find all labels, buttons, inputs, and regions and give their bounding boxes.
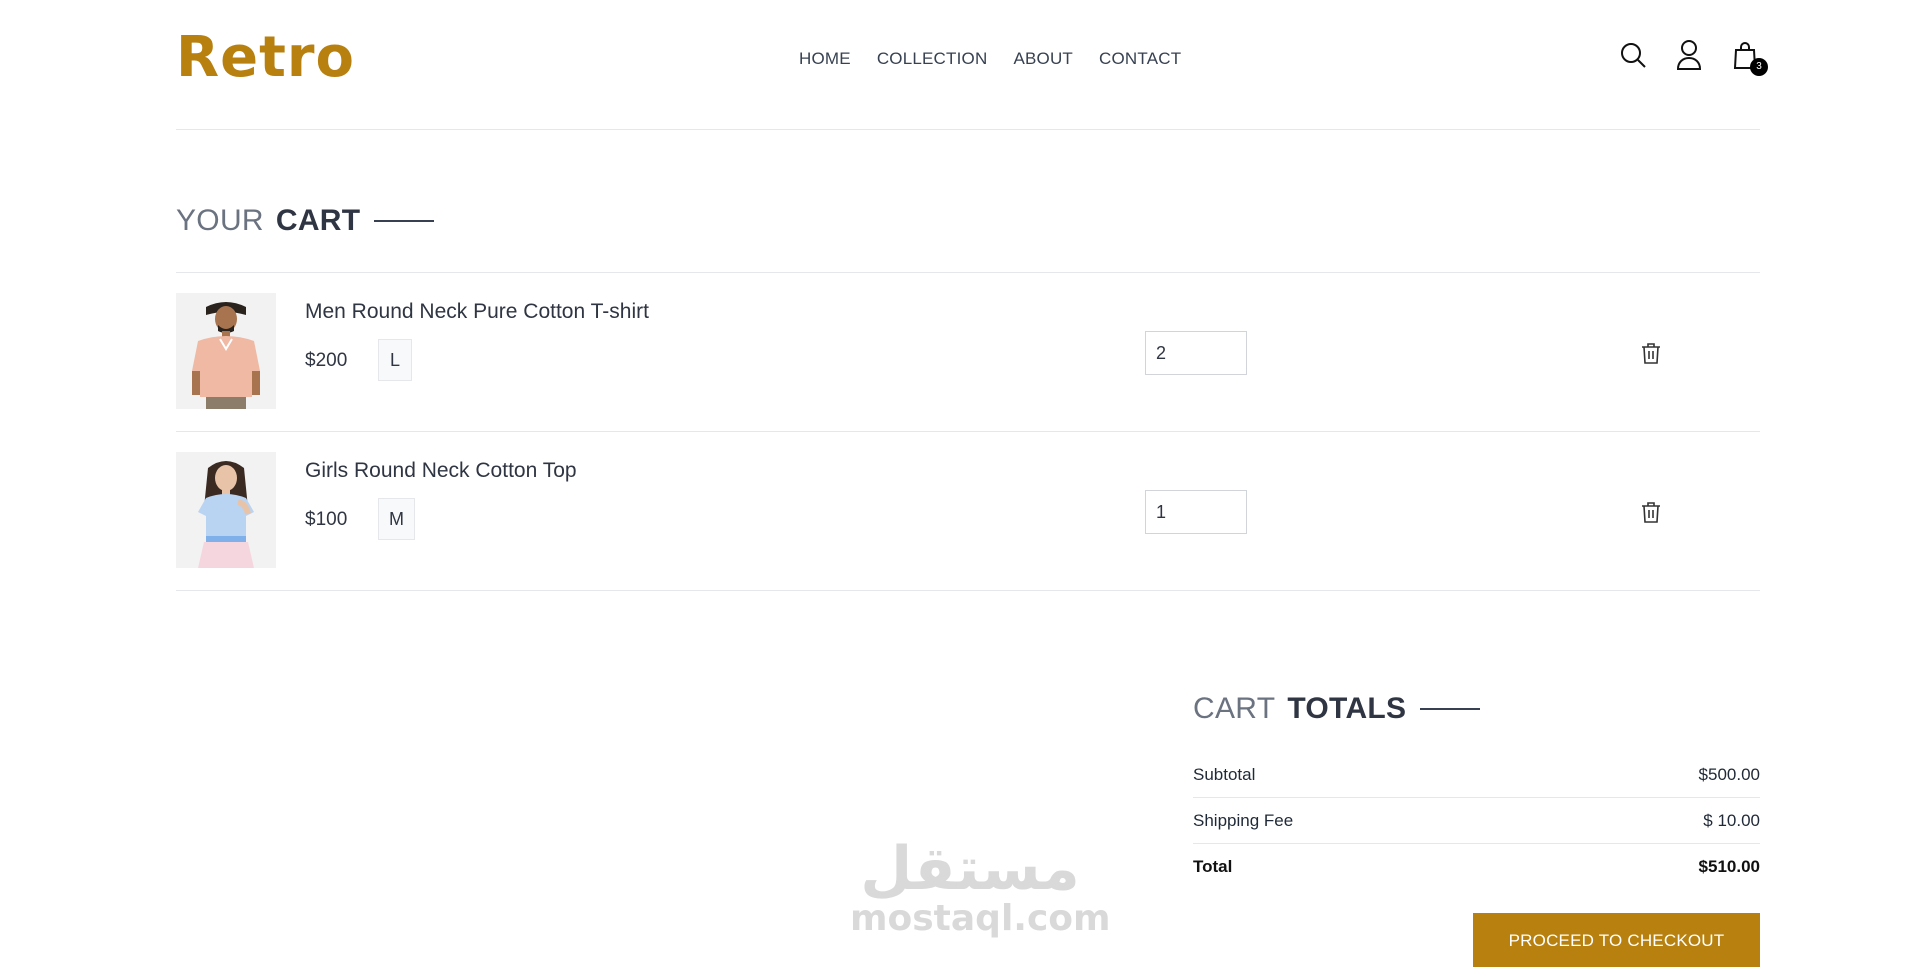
proceed-to-checkout-button[interactable]: PROCEED TO CHECKOUT: [1473, 913, 1760, 967]
total-label: Total: [1193, 857, 1233, 876]
cart-list: Men Round Neck Pure Cotton T-shirt $200 …: [176, 272, 1760, 591]
product-price: $200: [305, 350, 348, 371]
total-value: $510.00: [1698, 857, 1760, 876]
nav-home[interactable]: HOME: [799, 48, 851, 70]
totals-title-light: CART: [1193, 692, 1276, 725]
subtotal-value: $500.00: [1698, 764, 1760, 784]
profile-button[interactable]: [1674, 38, 1704, 72]
nav-collection[interactable]: COLLECTION: [877, 48, 988, 70]
watermark: مستقل mostaql.com: [850, 834, 1111, 939]
product-name: Girls Round Neck Cotton Top: [305, 459, 577, 482]
title-divider: [1420, 708, 1481, 710]
girl-top-photo: [176, 452, 276, 568]
cart-title-bold: CART: [275, 204, 361, 237]
search-icon: [1621, 43, 1646, 68]
subtotal-row: Subtotal $500.00: [1193, 752, 1760, 798]
cart-totals-title: CART TOTALS: [1193, 691, 1481, 727]
man-tshirt-photo: [176, 293, 276, 409]
header-icons: 3: [1618, 38, 1768, 76]
watermark-arabic: مستقل: [860, 834, 1080, 904]
watermark-latin: mostaql.com: [850, 898, 1111, 939]
user-icon: [1676, 40, 1702, 70]
shipping-row: Shipping Fee $ 10.00: [1193, 798, 1760, 844]
cart-item: Men Round Neck Pure Cotton T-shirt $200 …: [176, 273, 1760, 432]
main-nav: HOME COLLECTION ABOUT CONTACT: [799, 48, 1181, 70]
product-image[interactable]: [176, 293, 276, 409]
site-header: Retro HOME COLLECTION ABOUT CONTACT 3: [176, 0, 1768, 130]
product-size: L: [378, 339, 412, 381]
trash-icon: [1642, 343, 1660, 364]
remove-item-button[interactable]: [1638, 339, 1664, 367]
product-name: Men Round Neck Pure Cotton T-shirt: [305, 300, 649, 323]
cart-totals: Subtotal $500.00 Shipping Fee $ 10.00 To…: [1193, 752, 1760, 890]
search-button[interactable]: [1618, 38, 1648, 72]
shipping-value: $ 10.00: [1703, 810, 1760, 830]
cart-title: YOUR CART: [176, 203, 435, 239]
total-row: Total $510.00: [1193, 844, 1760, 890]
title-divider: [374, 220, 435, 222]
cart-item: Girls Round Neck Cotton Top $100 M 1: [176, 432, 1760, 591]
product-image[interactable]: [176, 452, 276, 568]
nav-contact[interactable]: CONTACT: [1099, 48, 1181, 70]
quantity-input[interactable]: 1: [1145, 490, 1247, 534]
cart-button[interactable]: 3: [1730, 38, 1768, 76]
trash-icon: [1642, 502, 1660, 523]
cart-title-light: YOUR: [176, 204, 264, 237]
subtotal-label: Subtotal: [1193, 764, 1256, 784]
cart-count-badge: 3: [1750, 58, 1768, 76]
logo[interactable]: Retro: [176, 28, 355, 88]
quantity-input[interactable]: 2: [1145, 331, 1247, 375]
nav-about[interactable]: ABOUT: [1013, 48, 1073, 70]
product-size: M: [378, 498, 415, 540]
totals-title-bold: TOTALS: [1287, 692, 1407, 725]
product-price: $100: [305, 509, 348, 530]
remove-item-button[interactable]: [1638, 498, 1664, 526]
shipping-label: Shipping Fee: [1193, 810, 1294, 830]
